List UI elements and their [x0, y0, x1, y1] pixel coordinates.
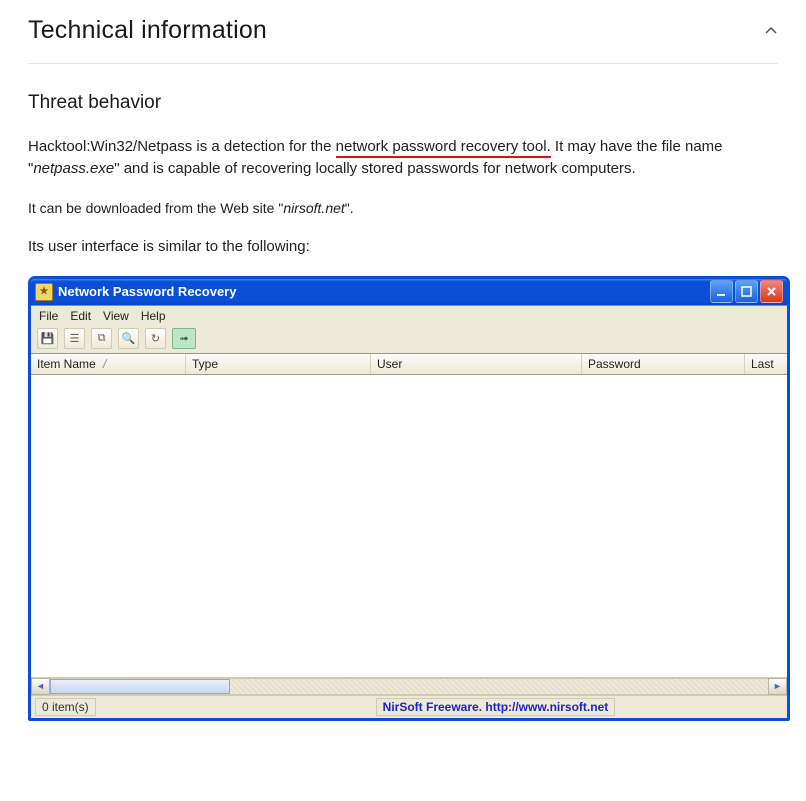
column-user[interactable]: User	[371, 354, 582, 374]
column-item-name[interactable]: Item Name /	[31, 354, 186, 374]
refresh-icon[interactable]: ↻	[145, 328, 166, 349]
menu-file[interactable]: File	[39, 309, 58, 323]
text: " and is capable of recovering locally s…	[114, 160, 635, 177]
underlined-text: network password recovery tool.	[336, 138, 551, 158]
subheading: Threat behavior	[28, 92, 778, 114]
sort-indicator-icon: /	[103, 357, 106, 371]
emphasis: nirsoft.net	[283, 200, 344, 216]
list-header: Item Name / Type User Password Last	[31, 353, 787, 375]
text: ".	[345, 200, 354, 216]
section-title: Technical information	[28, 16, 267, 45]
exit-icon[interactable]: ➟	[172, 328, 196, 349]
find-icon[interactable]: 🔍	[118, 328, 139, 349]
app-icon: ★	[35, 283, 53, 301]
section-body: Threat behavior Hacktool:Win32/Netpass i…	[28, 64, 778, 721]
app-window: ★ Network Password Recovery File	[28, 276, 790, 721]
window-title: Network Password Recovery	[58, 284, 710, 299]
text: Hacktool:Win32/Netpass is a detection fo…	[28, 138, 336, 155]
titlebar[interactable]: ★ Network Password Recovery	[31, 279, 787, 305]
save-icon[interactable]: 💾	[37, 328, 58, 349]
chevron-up-icon	[764, 24, 778, 38]
list-body[interactable]	[31, 375, 787, 678]
window-buttons	[710, 280, 783, 303]
column-type[interactable]: Type	[186, 354, 371, 374]
menu-edit[interactable]: Edit	[70, 309, 91, 323]
menu-view[interactable]: View	[103, 309, 129, 323]
copy-icon[interactable]: ⧉	[91, 328, 112, 349]
emphasis: netpass.exe	[33, 160, 114, 177]
text: It can be downloaded from the Web site "	[28, 200, 283, 216]
toolbar: 💾 ☰ ⧉ 🔍 ↻ ➟	[31, 326, 787, 353]
horizontal-scrollbar[interactable]: ◄ ►	[31, 678, 787, 696]
column-last[interactable]: Last	[745, 354, 787, 374]
column-password[interactable]: Password	[582, 354, 745, 374]
maximize-button[interactable]	[735, 280, 758, 303]
minimize-button[interactable]	[710, 280, 733, 303]
window-chrome: File Edit View Help 💾 ☰ ⧉ 🔍 ↻ ➟ Item Nam…	[31, 305, 787, 718]
scroll-track[interactable]	[50, 678, 768, 695]
close-button[interactable]	[760, 280, 783, 303]
paragraph-3: Its user interface is similar to the fol…	[28, 236, 778, 258]
column-label: Item Name	[37, 357, 96, 371]
status-bar: 0 item(s) NirSoft Freeware. http://www.n…	[31, 696, 787, 718]
properties-icon[interactable]: ☰	[64, 328, 85, 349]
paragraph-1: Hacktool:Win32/Netpass is a detection fo…	[28, 136, 778, 180]
accordion-header[interactable]: Technical information	[28, 12, 778, 64]
scroll-right-button[interactable]: ►	[768, 678, 787, 695]
scroll-left-button[interactable]: ◄	[31, 678, 50, 695]
scroll-thumb[interactable]	[50, 679, 230, 694]
status-count: 0 item(s)	[35, 698, 96, 716]
menu-help[interactable]: Help	[141, 309, 166, 323]
paragraph-2: It can be downloaded from the Web site "…	[28, 198, 778, 218]
status-credit-link[interactable]: NirSoft Freeware. http://www.nirsoft.net	[376, 698, 616, 716]
menu-bar: File Edit View Help	[31, 306, 787, 326]
